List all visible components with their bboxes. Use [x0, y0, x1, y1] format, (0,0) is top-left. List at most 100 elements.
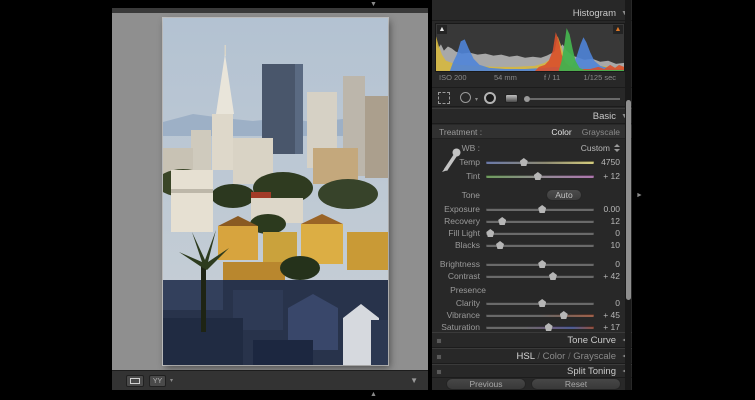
filmstrip-panel-arrow-icon[interactable]: ▲	[370, 391, 377, 398]
photo-image	[163, 18, 388, 365]
before-after-view-button[interactable]: YY	[149, 375, 166, 387]
hsl-tab[interactable]: HSL	[517, 351, 535, 362]
exposure-value: 0.00	[584, 204, 620, 214]
temp-label: Temp	[434, 157, 480, 167]
loupe-view-button[interactable]	[126, 375, 144, 387]
fill-light-slider[interactable]	[486, 232, 594, 235]
split-toning-panel-header[interactable]: Split Toning ◄	[432, 364, 632, 378]
tone-section-row: Tone Auto	[432, 188, 632, 202]
aperture-value: f / 11	[544, 73, 560, 82]
fill-light-slider-row: Fill Light 0	[432, 227, 632, 239]
brightness-label: Brightness	[434, 259, 480, 269]
recovery-slider-thumb[interactable]	[498, 217, 506, 225]
tone-label: Tone	[434, 188, 480, 202]
exposure-slider[interactable]	[486, 208, 594, 211]
vibrance-slider-row: Vibrance + 45	[432, 309, 632, 321]
exposure-slider-row: Exposure 0.00	[432, 203, 632, 215]
red-eye-tool-icon[interactable]	[484, 92, 496, 104]
temp-slider-thumb[interactable]	[520, 158, 528, 166]
split-toning-panel-switch-icon[interactable]	[436, 369, 442, 375]
auto-tone-button[interactable]: Auto	[546, 189, 582, 201]
histogram-title: Histogram	[573, 6, 616, 21]
temp-slider-row: Temp 4750	[432, 156, 632, 168]
focal-length-value: 54 mm	[494, 73, 517, 82]
contrast-value: + 42	[584, 271, 620, 281]
previous-button[interactable]: Previous	[446, 378, 526, 390]
basic-panel-header[interactable]: Basic ▼	[432, 108, 632, 124]
histogram-display[interactable]: ▲ ▲	[435, 23, 625, 72]
blacks-slider-row: Blacks 10	[432, 239, 632, 251]
treatment-color-option[interactable]: Color	[551, 127, 571, 137]
grayscale-tab[interactable]: Grayscale	[573, 351, 616, 362]
hsl-separator-2: /	[568, 351, 571, 362]
graduated-filter-tool-icon[interactable]	[505, 94, 518, 103]
top-panel-arrow-icon[interactable]: ▼	[370, 1, 377, 8]
blacks-slider-thumb[interactable]	[496, 241, 504, 249]
shutter-speed-value: 1/125 sec	[583, 73, 616, 82]
exif-info-row: ISO 200 54 mm f / 11 1/125 sec	[432, 73, 632, 85]
recovery-slider[interactable]	[486, 220, 594, 223]
tone-curve-title: Tone Curve	[567, 333, 616, 349]
tint-slider-thumb[interactable]	[534, 172, 542, 180]
vibrance-slider[interactable]	[486, 314, 594, 317]
histogram-panel-header[interactable]: Histogram ▼	[432, 6, 632, 21]
spot-removal-tool-icon[interactable]	[460, 92, 471, 103]
adjustment-brush-tool-icon[interactable]	[524, 97, 620, 100]
brush-line-icon	[530, 98, 620, 100]
hsl-panel-switch-icon[interactable]	[436, 354, 442, 360]
saturation-slider-thumb[interactable]	[545, 323, 553, 331]
fill-light-slider-thumb[interactable]	[486, 229, 494, 237]
brightness-slider-row: Brightness 0	[432, 258, 632, 270]
highlight-clipping-indicator-icon[interactable]: ▲	[613, 25, 623, 34]
viewer-toolbar: YY ▾ ▼	[112, 370, 428, 390]
clarity-slider[interactable]	[486, 302, 594, 305]
crop-overlay-tool-icon[interactable]	[438, 92, 450, 104]
reset-button[interactable]: Reset	[531, 378, 621, 390]
presence-section-row: Presence	[432, 285, 632, 297]
color-tab[interactable]: Color	[543, 351, 566, 362]
wb-preset-dropdown[interactable]: Custom	[581, 141, 610, 155]
tone-curve-panel-switch-icon[interactable]	[436, 338, 442, 344]
recovery-label: Recovery	[434, 216, 480, 226]
tint-slider[interactable]	[486, 175, 594, 178]
spot-removal-caret-icon[interactable]: ▾	[475, 96, 478, 103]
treatment-label: Treatment :	[439, 125, 482, 139]
white-balance-row: WB : Custom	[432, 141, 632, 155]
temp-slider[interactable]	[486, 161, 594, 164]
contrast-slider-thumb[interactable]	[549, 272, 557, 280]
iso-value: ISO 200	[439, 73, 467, 82]
basic-title: Basic	[593, 109, 616, 125]
loupe-view-icon	[130, 378, 140, 384]
wb-dropdown-arrows-icon[interactable]	[614, 144, 620, 152]
tint-value: + 12	[584, 171, 620, 181]
clarity-slider-thumb[interactable]	[538, 299, 546, 307]
vibrance-slider-thumb[interactable]	[560, 311, 568, 319]
exposure-slider-thumb[interactable]	[538, 205, 546, 213]
toolbar-options-arrow-icon[interactable]: ▼	[410, 376, 418, 385]
panel-scrollbar[interactable]	[625, 0, 631, 390]
shadow-clipping-indicator-icon[interactable]: ▲	[437, 25, 447, 34]
saturation-slider[interactable]	[486, 326, 594, 329]
tone-curve-panel-header[interactable]: Tone Curve ◄	[432, 332, 632, 348]
right-panel-arrow-icon[interactable]: ►	[636, 192, 643, 199]
tint-label: Tint	[434, 171, 480, 181]
vibrance-value: + 45	[584, 310, 620, 320]
saturation-label: Saturation	[434, 322, 480, 332]
view-options-caret-icon[interactable]: ▾	[170, 377, 173, 384]
brightness-slider-thumb[interactable]	[538, 260, 546, 268]
contrast-slider[interactable]	[486, 275, 594, 278]
panel-scrollbar-thumb[interactable]	[626, 100, 631, 300]
brightness-slider[interactable]	[486, 263, 594, 266]
develop-right-panel: Histogram ▼ ▲ ▲ ISO 200 54 mm f / 11 1/1…	[430, 0, 632, 390]
treatment-grayscale-option[interactable]: Grayscale	[582, 127, 620, 137]
recovery-value: 12	[584, 216, 620, 226]
photo-canvas[interactable]	[163, 18, 388, 365]
blacks-value: 10	[584, 240, 620, 250]
exposure-label: Exposure	[434, 204, 480, 214]
fill-light-label: Fill Light	[434, 228, 480, 238]
split-toning-title: Split Toning	[567, 365, 616, 379]
brightness-value: 0	[584, 259, 620, 269]
hsl-panel-header[interactable]: HSL / Color / Grayscale ◄	[432, 348, 632, 364]
wb-label: WB :	[434, 141, 480, 155]
blacks-slider[interactable]	[486, 244, 594, 247]
